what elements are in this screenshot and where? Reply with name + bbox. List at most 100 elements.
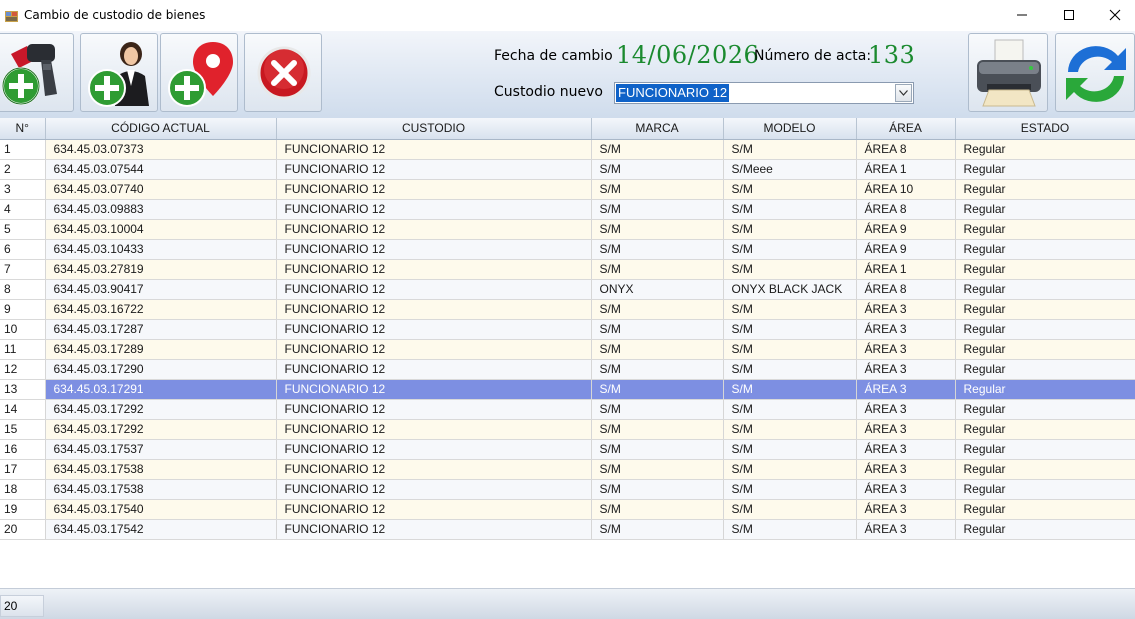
custodio-cell[interactable]: FUNCIONARIO 12 bbox=[276, 159, 592, 180]
row-number[interactable]: 9 bbox=[0, 299, 46, 320]
modelo-cell[interactable]: S/M bbox=[723, 419, 857, 440]
area-cell[interactable]: ÁREA 1 bbox=[856, 159, 956, 180]
codigo-cell[interactable]: 634.45.03.07373 bbox=[45, 139, 277, 160]
custodio-cell[interactable]: FUNCIONARIO 12 bbox=[276, 499, 592, 520]
add-location-button[interactable] bbox=[160, 33, 238, 112]
area-cell[interactable]: ÁREA 3 bbox=[856, 519, 956, 540]
marca-cell[interactable]: S/M bbox=[591, 499, 724, 520]
table-row[interactable]: 10 634.45.03.17287 FUNCIONARIO 12 S/M S/M ÁRE… bbox=[0, 319, 1135, 340]
custodio-cell[interactable]: FUNCIONARIO 12 bbox=[276, 379, 592, 400]
table-row[interactable]: 18 634.45.03.17538 FUNCIONARIO 12 S/M S/M ÁRE… bbox=[0, 479, 1135, 500]
modelo-cell[interactable]: S/M bbox=[723, 459, 857, 480]
custodio-cell[interactable]: FUNCIONARIO 12 bbox=[276, 279, 592, 300]
estado-cell[interactable]: Regular bbox=[955, 459, 1135, 480]
table-row[interactable]: 5 634.45.03.10004 FUNCIONARIO 12 S/M S/M ÁREA… bbox=[0, 219, 1135, 240]
modelo-cell[interactable]: ONYX BLACK JACK bbox=[723, 279, 857, 300]
custodio-cell[interactable]: FUNCIONARIO 12 bbox=[276, 519, 592, 540]
table-row[interactable]: 8 634.45.03.90417 FUNCIONARIO 12 ONYX ONYX B… bbox=[0, 279, 1135, 300]
table-row[interactable]: 4 634.45.03.09883 FUNCIONARIO 12 S/M S/M ÁREA… bbox=[0, 199, 1135, 220]
marca-cell[interactable]: S/M bbox=[591, 439, 724, 460]
marca-cell[interactable]: S/M bbox=[591, 419, 724, 440]
row-number[interactable]: 17 bbox=[0, 459, 46, 480]
custodio-cell[interactable]: FUNCIONARIO 12 bbox=[276, 239, 592, 260]
area-cell[interactable]: ÁREA 1 bbox=[856, 259, 956, 280]
marca-cell[interactable]: S/M bbox=[591, 239, 724, 260]
row-number[interactable]: 4 bbox=[0, 199, 46, 220]
custodio-cell[interactable]: FUNCIONARIO 12 bbox=[276, 259, 592, 280]
marca-cell[interactable]: S/M bbox=[591, 459, 724, 480]
cancel-button[interactable] bbox=[244, 33, 322, 112]
area-cell[interactable]: ÁREA 3 bbox=[856, 459, 956, 480]
row-number[interactable]: 5 bbox=[0, 219, 46, 240]
table-row[interactable]: 16 634.45.03.17537 FUNCIONARIO 12 S/M S/M ÁRE… bbox=[0, 439, 1135, 460]
codigo-cell[interactable]: 634.45.03.17538 bbox=[45, 479, 277, 500]
scan-add-button[interactable] bbox=[0, 33, 74, 112]
area-cell[interactable]: ÁREA 3 bbox=[856, 399, 956, 420]
row-number[interactable]: 10 bbox=[0, 319, 46, 340]
codigo-cell[interactable]: 634.45.03.17290 bbox=[45, 359, 277, 380]
row-number[interactable]: 12 bbox=[0, 359, 46, 380]
modelo-cell[interactable]: S/M bbox=[723, 259, 857, 280]
codigo-cell[interactable]: 634.45.03.17291 bbox=[45, 379, 277, 400]
modelo-cell[interactable]: S/M bbox=[723, 339, 857, 360]
row-number[interactable]: 14 bbox=[0, 399, 46, 420]
estado-cell[interactable]: Regular bbox=[955, 439, 1135, 460]
marca-cell[interactable]: S/M bbox=[591, 339, 724, 360]
column-header-n[interactable]: N° bbox=[0, 118, 46, 140]
table-row[interactable]: 7 634.45.03.27819 FUNCIONARIO 12 S/M S/M ÁREA… bbox=[0, 259, 1135, 280]
estado-cell[interactable]: Regular bbox=[955, 499, 1135, 520]
marca-cell[interactable]: S/M bbox=[591, 399, 724, 420]
marca-cell[interactable]: S/M bbox=[591, 259, 724, 280]
codigo-cell[interactable]: 634.45.03.90417 bbox=[45, 279, 277, 300]
codigo-cell[interactable]: 634.45.03.27819 bbox=[45, 259, 277, 280]
modelo-cell[interactable]: S/M bbox=[723, 399, 857, 420]
codigo-cell[interactable]: 634.45.03.07544 bbox=[45, 159, 277, 180]
codigo-cell[interactable]: 634.45.03.17537 bbox=[45, 439, 277, 460]
codigo-cell[interactable]: 634.45.03.10433 bbox=[45, 239, 277, 260]
area-cell[interactable]: ÁREA 3 bbox=[856, 339, 956, 360]
area-cell[interactable]: ÁREA 3 bbox=[856, 479, 956, 500]
column-header-area[interactable]: ÁREA bbox=[856, 118, 956, 140]
column-header-estado[interactable]: ESTADO bbox=[955, 118, 1135, 140]
table-row[interactable]: 11 634.45.03.17289 FUNCIONARIO 12 S/M S/M ÁRE… bbox=[0, 339, 1135, 360]
codigo-cell[interactable]: 634.45.03.17287 bbox=[45, 319, 277, 340]
modelo-cell[interactable]: S/M bbox=[723, 219, 857, 240]
modelo-cell[interactable]: S/M bbox=[723, 519, 857, 540]
row-number[interactable]: 6 bbox=[0, 239, 46, 260]
estado-cell[interactable]: Regular bbox=[955, 519, 1135, 540]
custodio-cell[interactable]: FUNCIONARIO 12 bbox=[276, 359, 592, 380]
column-header-marca[interactable]: MARCA bbox=[591, 118, 724, 140]
print-button[interactable] bbox=[968, 33, 1048, 112]
marca-cell[interactable]: S/M bbox=[591, 479, 724, 500]
table-row[interactable]: 12 634.45.03.17290 FUNCIONARIO 12 S/M S/M ÁRE… bbox=[0, 359, 1135, 380]
area-cell[interactable]: ÁREA 3 bbox=[856, 299, 956, 320]
row-number[interactable]: 20 bbox=[0, 519, 46, 540]
table-row[interactable]: 14 634.45.03.17292 FUNCIONARIO 12 S/M S/M ÁRE… bbox=[0, 399, 1135, 420]
codigo-cell[interactable]: 634.45.03.16722 bbox=[45, 299, 277, 320]
modelo-cell[interactable]: S/M bbox=[723, 239, 857, 260]
row-number[interactable]: 19 bbox=[0, 499, 46, 520]
estado-cell[interactable]: Regular bbox=[955, 339, 1135, 360]
modelo-cell[interactable]: S/M bbox=[723, 359, 857, 380]
estado-cell[interactable]: Regular bbox=[955, 239, 1135, 260]
marca-cell[interactable]: S/M bbox=[591, 519, 724, 540]
area-cell[interactable]: ÁREA 8 bbox=[856, 279, 956, 300]
custodio-cell[interactable]: FUNCIONARIO 12 bbox=[276, 459, 592, 480]
estado-cell[interactable]: Regular bbox=[955, 159, 1135, 180]
estado-cell[interactable]: Regular bbox=[955, 419, 1135, 440]
custodio-select[interactable]: FUNCIONARIO 12 bbox=[614, 82, 914, 104]
row-number[interactable]: 1 bbox=[0, 139, 46, 160]
modelo-cell[interactable]: S/M bbox=[723, 179, 857, 200]
row-number[interactable]: 11 bbox=[0, 339, 46, 360]
estado-cell[interactable]: Regular bbox=[955, 199, 1135, 220]
custodio-cell[interactable]: FUNCIONARIO 12 bbox=[276, 439, 592, 460]
table-row[interactable]: 9 634.45.03.16722 FUNCIONARIO 12 S/M S/M ÁREA… bbox=[0, 299, 1135, 320]
codigo-cell[interactable]: 634.45.03.17289 bbox=[45, 339, 277, 360]
modelo-cell[interactable]: S/M bbox=[723, 499, 857, 520]
modelo-cell[interactable]: S/M bbox=[723, 299, 857, 320]
codigo-cell[interactable]: 634.45.03.17542 bbox=[45, 519, 277, 540]
table-row[interactable]: 17 634.45.03.17538 FUNCIONARIO 12 S/M S/M ÁRE… bbox=[0, 459, 1135, 480]
area-cell[interactable]: ÁREA 3 bbox=[856, 319, 956, 340]
table-row[interactable]: 1 634.45.03.07373 FUNCIONARIO 12 S/M S/M ÁREA… bbox=[0, 139, 1135, 160]
column-header-custodio[interactable]: CUSTODIO bbox=[276, 118, 592, 140]
